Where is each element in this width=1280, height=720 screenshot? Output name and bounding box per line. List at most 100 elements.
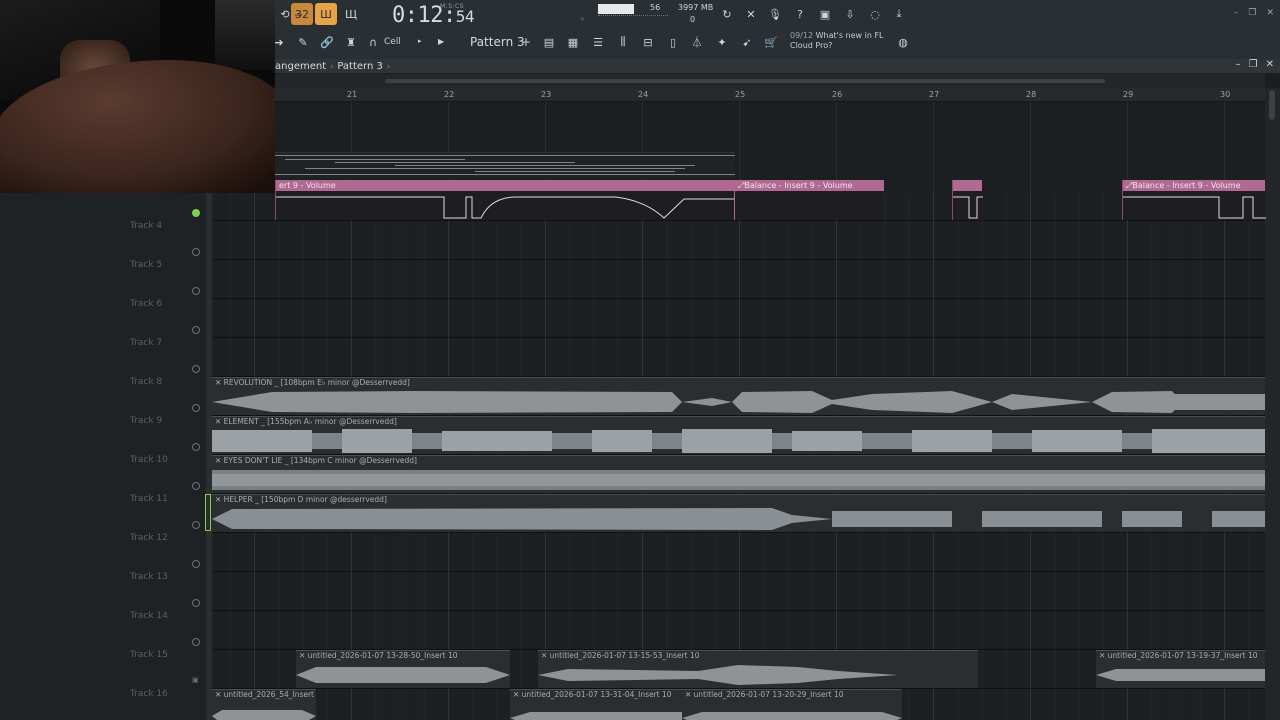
track-mute-led[interactable] (192, 638, 200, 646)
stamp-icon[interactable]: ♜ (340, 31, 362, 53)
vscroll-thumb[interactable] (1269, 90, 1275, 120)
track-label[interactable]: Track 4 (130, 221, 162, 231)
waveform (212, 429, 1265, 453)
automation-clip[interactable] (952, 180, 983, 220)
timeline-ruler[interactable]: 21 22 23 24 25 26 27 28 29 30 (275, 88, 1265, 102)
breadcrumb-pattern[interactable]: Pattern 3 (337, 61, 383, 72)
audio-clip[interactable]: ✕ untitled_2026_54_Insert 10 (212, 689, 316, 720)
audio-clip[interactable]: ✕ untitled_2026-01-07 13-28-50_Insert 10 (296, 650, 510, 688)
track-mute-led[interactable] (192, 482, 200, 490)
audio-clip-title: ✕ untitled_2026_54_Insert 10 (215, 690, 316, 699)
cpu-meter (598, 4, 634, 14)
scroll-thumb[interactable] (385, 79, 1105, 83)
link-icon[interactable]: 🔗 (316, 31, 338, 53)
ruler-mark: 26 (832, 90, 843, 99)
audio-clip-title: ✕ untitled_2026-01-07 13-28-50_Insert 10 (299, 651, 458, 660)
close-icon[interactable]: ✕ (1266, 8, 1274, 18)
audio-clip[interactable]: ✕ ELEMENT _ [155bpm A♭ minor @Desserrved… (212, 416, 1265, 454)
track-label[interactable]: Track 9 (130, 416, 162, 426)
sampler-icon[interactable]: ✦ (711, 31, 733, 53)
track-mute-led[interactable] (192, 404, 200, 412)
ruler-mark: 29 (1123, 90, 1134, 99)
audio-clip[interactable]: ✕ untitled_2026-01-07 13-31-04_Insert 10 (510, 689, 682, 720)
magnet-icon[interactable]: ∩ (362, 31, 384, 53)
add-pattern-button[interactable]: + (521, 35, 531, 49)
automation-clip[interactable]: ⤢Balance - Insert 9 - Volume (1122, 180, 1266, 220)
horizontal-scrollbar[interactable] (275, 74, 1265, 88)
chat-icon[interactable]: ◌ (864, 3, 886, 25)
track-label[interactable]: Track 15 (130, 650, 168, 660)
track-label[interactable]: Track 16 (130, 689, 168, 699)
track-label[interactable]: Track 13 (130, 572, 168, 582)
download-icon[interactable]: ⤓ (888, 3, 910, 25)
track-label[interactable]: Track 5 (130, 260, 162, 270)
playlist-maximize-icon[interactable]: ❐ (1249, 59, 1258, 70)
audio-clip[interactable]: ✕ REVOLUTION _ [108bpm E♭ minor @Desserr… (212, 377, 1265, 415)
pattern-selector[interactable]: Pattern 3 (470, 35, 525, 49)
countdown-button[interactable]: 3̶2 (291, 3, 313, 25)
step-edit-button[interactable]: Ш (315, 3, 337, 25)
automation-clip[interactable]: ⤢Balance - Insert 9 - Volume (734, 180, 884, 220)
track-label[interactable]: Track 10 (130, 455, 168, 465)
refresh-icon[interactable]: ↻ (716, 3, 738, 25)
automation-curve (1123, 196, 1266, 219)
metronome-icon[interactable]: Щ (340, 3, 362, 25)
send-icon[interactable]: ➹ (736, 31, 758, 53)
snap-arrow-icon[interactable]: ▸ (418, 37, 422, 45)
export-icon[interactable]: ⇩ (839, 3, 861, 25)
breadcrumb-arrangement[interactable]: angement (275, 61, 326, 72)
audio-clip[interactable]: ✕ untitled_2026-01-07 13-15-53_Insert 10 (538, 650, 978, 688)
audio-clip[interactable]: ✕ untitled_2026-01-07 13-19-37_Insert 10 (1096, 650, 1265, 688)
track-mute-led[interactable] (192, 365, 200, 373)
track-mute-led[interactable] (192, 599, 200, 607)
store-icon[interactable]: 🛒 (760, 31, 782, 53)
audio-clip[interactable]: ✕ EYES DON'T LIE _ [134bpm C minor @Dess… (212, 455, 1265, 493)
audio-clip[interactable]: ✕ HELPER _ [150bpm D minor @desserrvedd] (212, 494, 1265, 532)
track-label[interactable]: Track 14 (130, 611, 168, 621)
app-window-controls: – ❐ ✕ (1234, 8, 1274, 18)
audio-clip[interactable]: ✕ untitled_2026-01-07 13-20-29_Insert 10 (682, 689, 902, 720)
track-label[interactable]: Track 6 (130, 299, 162, 309)
playlist-icon[interactable]: ▤ (538, 31, 560, 53)
track-label[interactable]: Track 7 (130, 338, 162, 348)
track-lock-icon[interactable]: ▣ (192, 676, 200, 684)
track-label[interactable]: Track 12 (130, 533, 168, 543)
browser-icon[interactable]: ⊟ (637, 31, 659, 53)
microphone-icon[interactable]: 🎙 (764, 3, 786, 25)
cpu-value: 56 (650, 3, 661, 12)
track-active-led[interactable] (192, 209, 200, 217)
track-mute-led[interactable] (192, 443, 200, 451)
track-mute-led[interactable] (192, 560, 200, 568)
playlist-close-icon[interactable]: ✕ (1266, 59, 1274, 70)
audio-clip-title: ✕ ELEMENT _ [155bpm A♭ minor @Desserrved… (215, 417, 397, 426)
playlist-minimize-icon[interactable]: – (1236, 59, 1241, 70)
vertical-scrollbar[interactable] (1265, 88, 1280, 720)
tempo-knob-icon[interactable]: ◦ (580, 15, 585, 24)
pattern-prev-icon[interactable]: ▶ (438, 37, 444, 46)
tools-icon[interactable]: ✕ (740, 3, 762, 25)
globe-icon[interactable]: ◍ (892, 31, 914, 53)
track-mute-led[interactable] (192, 287, 200, 295)
track-mute-led[interactable] (192, 248, 200, 256)
piano-roll-icon[interactable]: ▦ (562, 31, 584, 53)
snap-selector[interactable]: Cell (384, 37, 401, 47)
files-icon[interactable]: ▯ (662, 31, 684, 53)
pencil-icon[interactable]: ✎ (292, 31, 314, 53)
mixer-icon[interactable]: ⫼ (612, 31, 634, 53)
waveform (212, 508, 1265, 530)
plugin-icon[interactable]: ⏃ (686, 31, 708, 53)
channel-rack-icon[interactable]: ☰ (587, 31, 609, 53)
track-label[interactable]: Track 11 (130, 494, 168, 504)
save-icon[interactable]: ▣ (814, 3, 836, 25)
ruler-mark: 24 (638, 90, 649, 99)
minimize-icon[interactable]: – (1234, 8, 1239, 18)
pattern-clip[interactable] (275, 152, 735, 178)
audio-clip-title: ✕ untitled_2026-01-07 13-15-53_Insert 10 (541, 651, 700, 660)
restore-icon[interactable]: ❐ (1248, 8, 1256, 18)
ruler-mark: 23 (541, 90, 552, 99)
track-label[interactable]: Track 8 (130, 377, 162, 387)
track-mute-led[interactable] (192, 521, 200, 529)
track-mute-led[interactable] (192, 326, 200, 334)
news-panel[interactable]: 09/12 What's new in FL Cloud Pro? (790, 31, 890, 51)
help-icon[interactable]: ? (789, 3, 811, 25)
